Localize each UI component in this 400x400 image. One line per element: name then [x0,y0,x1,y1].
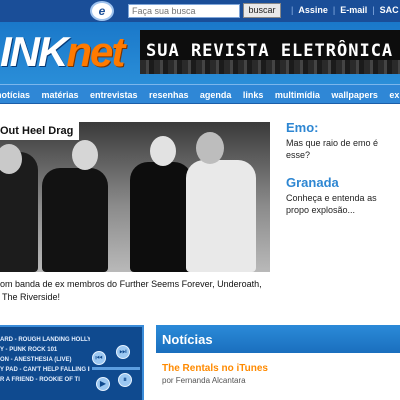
sidebar-title-emo[interactable]: Emo: [286,120,400,135]
separator: | [372,5,375,15]
separator: | [332,5,336,15]
play-icon[interactable]: ▶ [96,377,110,391]
feature-title[interactable]: Out Heel Drag [0,122,80,140]
pause-icon[interactable]: ⏸ [118,373,132,387]
top-bar: e buscar |Assine|E-mail|SAC| [0,0,400,22]
music-player: ARD - ROUGH LANDING HOLLY Y - PUNK ROCK … [0,325,144,400]
playlist: ARD - ROUGH LANDING HOLLY Y - PUNK ROCK … [0,335,90,385]
band-photo[interactable] [0,122,270,272]
banner-crowd-image [140,60,400,74]
playlist-track[interactable]: Y - PUNK ROCK 101 [0,345,90,355]
banner-text: SUA REVISTA ELETRÔNICA DE [146,41,400,61]
nav-item-expediente[interactable]: expediente [389,86,400,103]
person-silhouette [42,168,108,272]
person-head [72,140,98,170]
playlist-track[interactable]: ARD - ROUGH LANDING HOLLY [0,335,90,345]
person-head [196,132,224,164]
sidebar-title-granada[interactable]: Granada [286,175,400,190]
caption-line: The Riverside! [2,292,61,302]
caption-line: om banda de ex membros do Further Seems … [0,279,262,289]
search-input[interactable] [128,4,240,18]
playlist-track[interactable]: ON - ANESTHESIA (LIVE) [0,355,90,365]
nav-item-resenhas[interactable]: resenhas [149,86,189,103]
subscribe-link[interactable]: Assine [298,5,328,15]
featured-story: Out Heel Drag om banda de ex membros do … [0,118,272,308]
sidebar-text-emo: Mas que raio de emo é esse? [286,138,379,160]
header-banner[interactable]: SUA REVISTA ELETRÔNICA DE [140,30,400,74]
rewind-icon[interactable]: ⏮ [92,351,106,365]
nav-item-wallpapers[interactable]: wallpapers [331,86,378,103]
nav-item-materias[interactable]: matérias [41,86,78,103]
forward-icon[interactable]: ⏭ [116,345,130,359]
news-panel: Notícias The Rentals no iTunes por Ferna… [156,325,400,400]
search-button[interactable]: buscar [243,3,281,18]
brand-logo[interactable]: INKnet [0,27,125,77]
news-item-author: por Fernanda Alcantara [162,376,246,385]
nav-item-entrevistas[interactable]: entrevistas [90,86,138,103]
news-item-title[interactable]: The Rentals no iTunes [162,363,400,374]
news-heading: Notícias [156,325,400,353]
nav-item-links[interactable]: links [243,86,264,103]
feature-caption: om banda de ex membros do Further Seems … [0,278,272,304]
top-links: |Assine|E-mail|SAC| [286,5,400,15]
sac-link[interactable]: SAC [380,5,399,15]
site-header: INKnet SUA REVISTA ELETRÔNICA DE [0,22,400,84]
playlist-track[interactable]: R A FRIEND - ROOKIE OF TI [0,375,90,385]
brand-part-2: net [66,28,125,75]
person-silhouette [186,160,256,272]
person-silhouette [130,162,192,272]
separator: | [291,5,294,15]
sidebar-text-granada: Conheça e entenda as propo explosão... [286,193,377,215]
brand-part-1: INK [0,28,68,75]
person-head [150,136,176,166]
nav-item-multimidia[interactable]: multimídia [275,86,320,103]
playlist-track[interactable]: Y PAD - CAN'T HELP FALLING IN [0,365,90,375]
volume-bar[interactable] [92,367,140,370]
main-nav: notícias matérias entrevistas resenhas a… [0,84,400,104]
nav-item-agenda[interactable]: agenda [200,86,232,103]
sidebar: Emo: Mas que raio de emo é esse? Granada… [286,118,400,216]
email-link[interactable]: E-mail [340,5,367,15]
nav-item-noticias[interactable]: notícias [0,86,30,103]
site-logo-icon[interactable]: e [90,1,114,21]
